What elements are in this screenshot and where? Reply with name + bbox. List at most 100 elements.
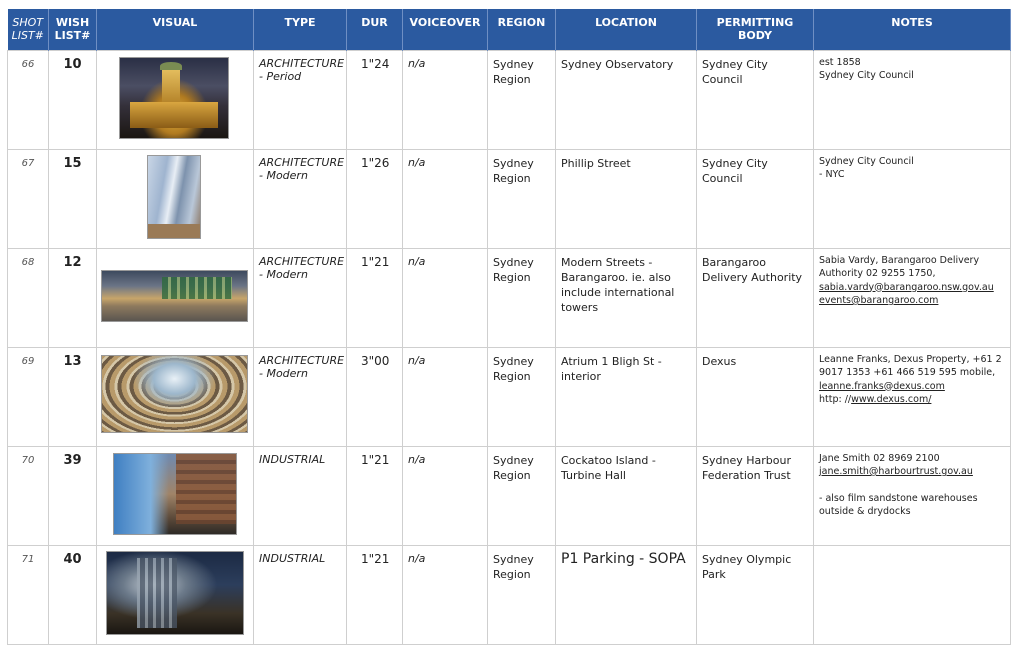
header-visual: VISUAL (96, 9, 254, 50)
table-row: 71 40 INDUSTRIAL 1"21 n/a Sydney Region … (7, 544, 1011, 645)
voiceover-cell: n/a (402, 148, 488, 249)
notes-cell: est 1858 Sydney City Council (813, 49, 1011, 150)
duration-cell: 1"21 (346, 544, 403, 645)
wish-number: 40 (48, 544, 97, 645)
type-cell: ARCHITECTURE - Modern (253, 148, 347, 249)
header-dur: DUR (346, 9, 403, 50)
location-cell: Cockatoo Island - Turbine Hall (555, 445, 697, 546)
region-cell: Sydney Region (487, 49, 556, 150)
table-row: 67 15 ARCHITECTURE - Modern 1"26 n/a Syd… (7, 148, 1011, 249)
region-cell: Sydney Region (487, 445, 556, 546)
visual-cell (96, 247, 254, 348)
visual-cell (96, 148, 254, 249)
p1-parking-image (106, 550, 244, 635)
wish-number: 15 (48, 148, 97, 249)
cockatoo-island-image (113, 452, 237, 535)
shot-number: 70 (7, 445, 49, 546)
region-cell: Sydney Region (487, 544, 556, 645)
permitting-cell: Sydney Olympic Park (696, 544, 814, 645)
type-cell: INDUSTRIAL (253, 544, 347, 645)
table-row: 66 10 ARCHITECTURE - Period 1"24 n/a Syd… (7, 49, 1011, 150)
type-cell: ARCHITECTURE - Period (253, 49, 347, 150)
shot-number: 69 (7, 346, 49, 447)
notes-cell: Leanne Franks, Dexus Property, +61 2 901… (813, 346, 1011, 447)
table-row: 70 39 INDUSTRIAL 1"21 n/a Sydney Region … (7, 445, 1011, 546)
header-row: SHOT LIST# WISH LIST# VISUAL TYPE DUR VO… (7, 9, 1011, 50)
duration-cell: 1"21 (346, 247, 403, 348)
type-cell: INDUSTRIAL (253, 445, 347, 546)
header-shot-list: SHOT LIST# (7, 9, 49, 50)
duration-cell: 1"24 (346, 49, 403, 150)
email-link[interactable]: jane.smith@harbourtrust.gov.au (819, 465, 1005, 479)
email-link[interactable]: events@barangaroo.com (819, 294, 1005, 308)
notes-line: Sydney City Council (819, 155, 914, 167)
type-cell: ARCHITECTURE - Modern (253, 247, 347, 348)
header-wish-list: WISH LIST# (48, 9, 97, 50)
duration-cell: 3"00 (346, 346, 403, 447)
duration-cell: 1"26 (346, 148, 403, 249)
email-link[interactable]: sabia.vardy@barangaroo.nsw.gov.au (819, 281, 1005, 295)
visual-cell (96, 346, 254, 447)
phillip-street-image (147, 154, 201, 239)
shot-number: 67 (7, 148, 49, 249)
region-cell: Sydney Region (487, 247, 556, 348)
notes-line: est 1858 (819, 56, 861, 68)
region-cell: Sydney Region (487, 346, 556, 447)
permitting-cell: Dexus (696, 346, 814, 447)
header-permitting-body: PERMITTING BODY (696, 9, 814, 50)
voiceover-cell: n/a (402, 346, 488, 447)
sydney-observatory-image (119, 56, 229, 139)
notes-line: Sydney City Council (819, 70, 914, 81)
voiceover-cell: n/a (402, 445, 488, 546)
notes-line: Sabia Vardy, Barangaroo Delivery Authori… (819, 254, 980, 280)
notes-cell: Sydney City Council - NYC (813, 148, 1011, 249)
notes-spacer (819, 479, 1005, 492)
wish-number: 10 (48, 49, 97, 150)
header-notes: NOTES (813, 9, 1011, 50)
region-cell: Sydney Region (487, 148, 556, 249)
table-row: 68 12 ARCHITECTURE - Modern 1"21 n/a Syd… (7, 247, 1011, 348)
voiceover-cell: n/a (402, 49, 488, 150)
wish-number: 12 (48, 247, 97, 348)
table-row: 69 13 ARCHITECTURE - Modern 3"00 n/a Syd… (7, 346, 1011, 447)
header-location: LOCATION (555, 9, 697, 50)
header-voiceover: VOICEOVER (402, 9, 488, 50)
permitting-cell: Barangaroo Delivery Authority (696, 247, 814, 348)
location-cell: Modern Streets - Barangaroo. ie. also in… (555, 247, 697, 348)
notes-cell: Sabia Vardy, Barangaroo Delivery Authori… (813, 247, 1011, 348)
visual-cell (96, 445, 254, 546)
notes-line: http: //www.dexus.com/ (819, 393, 1005, 407)
notes-line: Jane Smith 02 8969 2100 (819, 452, 940, 464)
duration-cell: 1"21 (346, 445, 403, 546)
location-cell: Sydney Observatory (555, 49, 697, 150)
type-cell: ARCHITECTURE - Modern (253, 346, 347, 447)
wish-number: 13 (48, 346, 97, 447)
wish-number: 39 (48, 445, 97, 546)
location-cell: Phillip Street (555, 148, 697, 249)
voiceover-cell: n/a (402, 247, 488, 348)
notes-line: Leanne Franks, Dexus Property, +61 2 901… (819, 353, 1002, 379)
email-link[interactable]: leanne.franks@dexus.com (819, 380, 1005, 394)
permitting-cell: Sydney Harbour Federation Trust (696, 445, 814, 546)
location-cell: Atrium 1 Bligh St - interior (555, 346, 697, 447)
notes-cell: Jane Smith 02 8969 2100 jane.smith@harbo… (813, 445, 1011, 546)
permitting-cell: Sydney City Council (696, 49, 814, 150)
header-region: REGION (487, 9, 556, 50)
location-cell: P1 Parking - SOPA (555, 544, 697, 645)
shot-number: 66 (7, 49, 49, 150)
shot-list-table: SHOT LIST# WISH LIST# VISUAL TYPE DUR VO… (7, 9, 1011, 645)
notes-cell (813, 544, 1011, 645)
permitting-cell: Sydney City Council (696, 148, 814, 249)
visual-cell (96, 544, 254, 645)
website-link[interactable]: www.dexus.com/ (851, 394, 931, 405)
barangaroo-street-image (101, 269, 248, 322)
notes-line: - NYC (819, 169, 845, 180)
voiceover-cell: n/a (402, 544, 488, 645)
url-prefix: http: // (819, 394, 852, 405)
visual-cell (96, 49, 254, 150)
atrium-bligh-st-image (101, 354, 248, 433)
notes-line: - also film sandstone warehouses outside… (819, 492, 978, 518)
header-type: TYPE (253, 9, 347, 50)
shot-number: 71 (7, 544, 49, 645)
shot-number: 68 (7, 247, 49, 348)
